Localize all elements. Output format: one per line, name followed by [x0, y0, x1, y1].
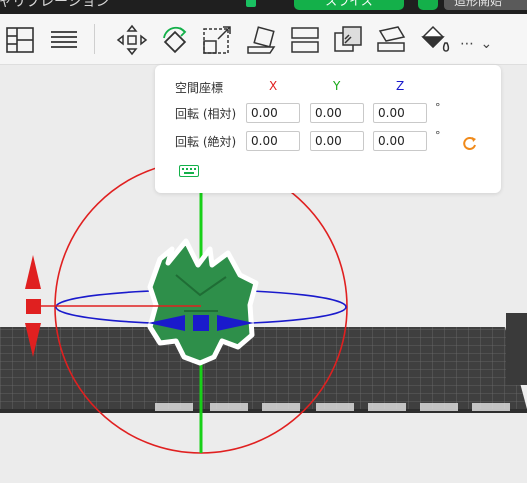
- print-button[interactable]: 造形開始: [444, 0, 527, 10]
- rotate-rel-y-input[interactable]: [310, 103, 364, 123]
- reset-rotation-icon[interactable]: [462, 135, 478, 151]
- rotate-abs-y-input[interactable]: [310, 131, 364, 151]
- axis-z-label: Z: [396, 79, 405, 93]
- slice-button[interactable]: スライス: [294, 0, 404, 10]
- build-plate: [0, 327, 527, 409]
- move-icon[interactable]: [114, 22, 150, 58]
- rotate-rel-z-input[interactable]: [373, 103, 427, 123]
- rotate-icon[interactable]: [157, 22, 193, 58]
- place-on-face-icon[interactable]: [287, 22, 323, 58]
- degree-unit: °: [435, 101, 441, 114]
- rotate-absolute-label: 回転 (絶対): [175, 135, 237, 149]
- degree-unit: °: [435, 129, 441, 142]
- cut-icon[interactable]: [373, 22, 409, 58]
- window-title: ャリブレーション: [0, 0, 110, 10]
- axis-x-label: X: [269, 79, 278, 93]
- list-icon[interactable]: [46, 22, 82, 58]
- fit-icon[interactable]: [243, 22, 279, 58]
- rotation-panel: 空間座標 X Y Z 回転 (相対) ° 回転 (絶対) °: [155, 65, 501, 193]
- rotate-rel-x-input[interactable]: [246, 103, 300, 123]
- title-bar: ャリブレーション スライス 造形開始: [0, 0, 527, 14]
- slice-dropdown-button[interactable]: [418, 0, 438, 10]
- rotate-abs-z-input[interactable]: [373, 131, 427, 151]
- arrange-icon[interactable]: [2, 22, 38, 58]
- model-figure: [147, 238, 259, 366]
- scale-icon[interactable]: [199, 22, 235, 58]
- panel-title: 空間座標: [175, 81, 224, 95]
- support-paint-icon[interactable]: [416, 22, 452, 58]
- toolbar-divider: [94, 24, 95, 54]
- rotate-relative-label: 回転 (相対): [175, 107, 237, 121]
- keyboard-icon[interactable]: [179, 165, 199, 177]
- more-tools-button[interactable]: ⋯ ⌄: [460, 36, 493, 52]
- rotate-abs-x-input[interactable]: [246, 131, 300, 151]
- split-icon[interactable]: [330, 22, 366, 58]
- axis-y-label: Y: [333, 79, 341, 93]
- main-toolbar: ⋯ ⌄: [0, 14, 527, 65]
- status-icon: [246, 0, 256, 7]
- plate-side-block: [506, 313, 527, 385]
